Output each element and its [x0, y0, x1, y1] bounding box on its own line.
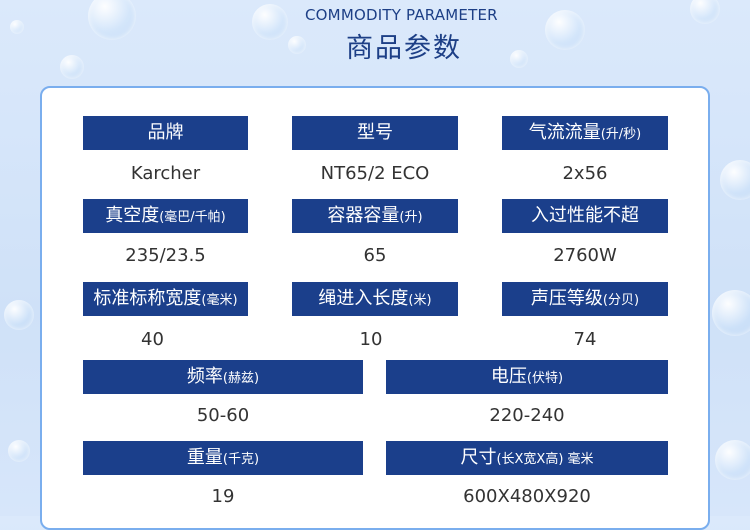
label-weight: 重量(千克) — [83, 441, 363, 475]
label-voltage: 电压(伏特) — [386, 360, 668, 394]
label-unit: (赫兹) — [222, 371, 260, 386]
label-text: 电压 — [490, 366, 527, 387]
label-text: 型号 — [357, 122, 393, 143]
label-text: 容器容量 — [327, 205, 400, 226]
label-vacuum: 真空度(毫巴/千帕) — [83, 199, 248, 233]
label-capacity: 容器容量(升) — [292, 199, 458, 233]
label-brand: 品牌 — [83, 116, 248, 150]
value-width: 40 — [141, 329, 164, 350]
page-header: COMMODITY PARAMETER 商品参数 — [0, 0, 750, 70]
label-model: 型号 — [292, 116, 458, 150]
label-text: 绳进入长度 — [318, 288, 409, 309]
label-unit: (毫米) — [201, 293, 238, 308]
decorative-bubble — [712, 290, 750, 336]
label-width: 标准标称宽度(毫米) — [83, 282, 248, 316]
value-capacity: 65 — [363, 245, 387, 266]
value-vacuum: 235/23.5 — [125, 245, 206, 266]
water-drop-icon — [288, 36, 306, 54]
label-unit: (分贝) — [602, 293, 640, 308]
label-text: 品牌 — [147, 122, 184, 143]
label-text: 真空度 — [105, 205, 160, 226]
title-chinese: 商品参数 — [346, 33, 462, 64]
label-unit: (升/秒) — [600, 127, 642, 142]
label-unit: (升) — [399, 210, 423, 225]
label-text: 频率 — [186, 366, 223, 387]
decorative-bubble — [720, 160, 750, 200]
label-text: 气流流量 — [528, 122, 601, 143]
label-text: 重量 — [186, 447, 223, 468]
label-unit: (长X宽X高) 毫米 — [496, 452, 594, 467]
decorative-bubble — [715, 440, 750, 480]
label-unit: (米) — [408, 293, 432, 308]
label-size: 尺寸(长X宽X高) 毫米 — [386, 441, 668, 475]
title-english: COMMODITY PARAMETER — [305, 6, 498, 24]
value-power: 2760W — [553, 245, 617, 266]
label-cord: 绳进入长度(米) — [292, 282, 458, 316]
label-text: 入过性能不超 — [531, 205, 639, 226]
value-frequency: 50-60 — [196, 405, 250, 426]
value-model: NT65/2 ECO — [320, 163, 430, 184]
value-voltage: 220-240 — [489, 405, 565, 426]
decorative-bubble — [4, 300, 34, 330]
value-noise: 74 — [573, 329, 597, 350]
decorative-bubble — [8, 440, 30, 462]
label-power: 入过性能不超 — [502, 199, 668, 233]
value-airflow: 2x56 — [562, 163, 608, 184]
value-size: 600X480X920 — [463, 486, 591, 507]
value-brand: Karcher — [130, 163, 201, 184]
value-cord: 10 — [359, 329, 383, 350]
water-drop-icon — [252, 4, 288, 40]
label-text: 标准标称宽度 — [93, 288, 202, 309]
label-unit: (千克) — [222, 452, 260, 467]
label-airflow: 气流流量(升/秒) — [502, 116, 668, 150]
label-unit: (伏特) — [526, 371, 564, 386]
label-text: 声压等级 — [530, 288, 603, 309]
label-text: 尺寸 — [460, 447, 497, 468]
label-frequency: 频率(赫兹) — [83, 360, 363, 394]
label-unit: (毫巴/千帕) — [159, 210, 226, 225]
value-weight: 19 — [211, 486, 235, 507]
label-noise: 声压等级(分贝) — [502, 282, 668, 316]
